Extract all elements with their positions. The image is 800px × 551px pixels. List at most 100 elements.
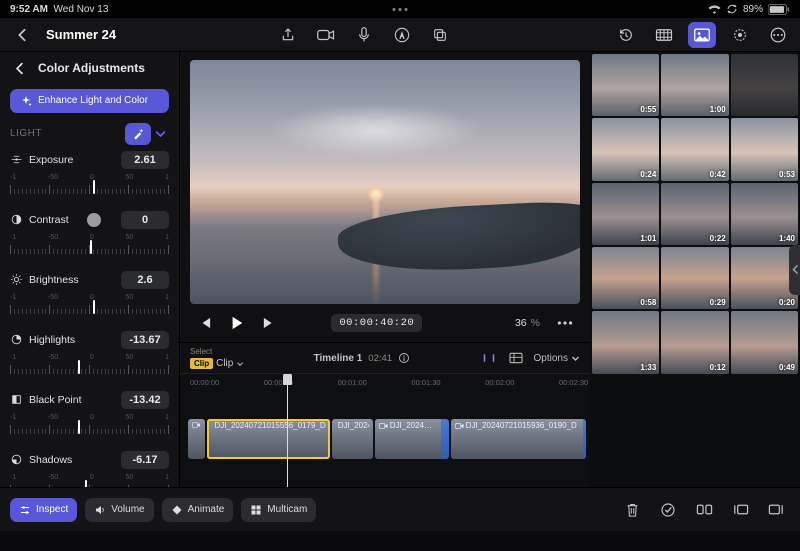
enable-button[interactable]	[654, 497, 682, 523]
timeline-clip[interactable]: DJI_2024…	[375, 419, 449, 459]
param-name: Contrast	[29, 214, 69, 226]
status-bar: 9:52 AM Wed Nov 13 89%	[0, 0, 800, 18]
multicam-button[interactable]: Multicam	[241, 498, 316, 522]
trash-button[interactable]	[618, 497, 646, 523]
param-value[interactable]: 2.61	[121, 151, 169, 169]
timecode-display[interactable]: 00:00:40:20	[331, 314, 422, 332]
volume-button[interactable]: Volume	[85, 498, 153, 522]
param-value[interactable]: -6.17	[121, 451, 169, 469]
param-shadows: Shadows -6.17 -1-500501	[10, 451, 169, 487]
filmstrip-button[interactable]	[650, 22, 678, 48]
video-icon	[192, 421, 200, 429]
param-slider[interactable]: -1-500501	[10, 475, 169, 487]
inspect-button[interactable]: Inspect	[10, 498, 77, 522]
status-left: 9:52 AM Wed Nov 13	[10, 4, 108, 15]
browser-clip[interactable]: 1:33	[592, 311, 659, 373]
index-button[interactable]	[508, 351, 524, 365]
snap-button[interactable]	[480, 351, 498, 365]
inspector-sidebar: Color Adjustments Enhance Light and Colo…	[0, 52, 180, 487]
multitask-dots[interactable]	[393, 8, 408, 11]
browser-clip[interactable]: 0:42	[661, 118, 728, 180]
battery-icon	[768, 4, 790, 15]
timeline-clip[interactable]	[188, 419, 204, 459]
clip-duration: 0:24	[640, 170, 656, 179]
exposure-icon	[10, 153, 23, 166]
timeline[interactable]: 00:00:0000:00:3000:01:0000:01:3000:02:00…	[180, 373, 590, 487]
browser-clip[interactable]: 0:29	[661, 247, 728, 309]
next-frame-button[interactable]	[258, 312, 280, 334]
selected-clip-name[interactable]: ClipClip	[190, 358, 244, 369]
sync-icon	[726, 3, 738, 15]
browser-clip[interactable]: 0:20	[731, 247, 798, 309]
param-slider[interactable]: -1-500501	[10, 295, 169, 317]
auto-adjust-button[interactable]	[125, 123, 151, 145]
brightness-icon	[10, 273, 23, 286]
more-menu-button[interactable]	[764, 22, 792, 48]
share-button[interactable]	[274, 22, 302, 48]
param-value[interactable]: -13.67	[121, 331, 169, 349]
trim-end-button[interactable]	[762, 497, 790, 523]
timeline-clip[interactable]: DJI_20240721015936_0190_D	[451, 419, 586, 459]
play-button[interactable]	[226, 312, 248, 334]
enhance-button[interactable]: Enhance Light and Color	[10, 89, 169, 113]
prev-frame-button[interactable]	[194, 312, 216, 334]
browser-clip[interactable]: 1:00	[661, 54, 728, 116]
clip-duration: 0:58	[640, 298, 656, 307]
zoom-display[interactable]: 36%	[515, 317, 540, 329]
browser-clip[interactable]: 0:55	[592, 54, 659, 116]
browser-collapse-handle[interactable]	[789, 245, 800, 295]
param-reset-knob[interactable]	[87, 213, 101, 227]
browser-clip[interactable]: 0:53	[731, 118, 798, 180]
trim-start-button[interactable]	[726, 497, 754, 523]
browser-clip[interactable]: 1:40	[731, 183, 798, 245]
timeline-clip[interactable]: DJI_20240721015556_0179_D	[207, 419, 330, 459]
param-value[interactable]: 2.6	[121, 271, 169, 289]
time-mark: 00:00:00	[190, 378, 219, 387]
playhead[interactable]	[287, 374, 288, 487]
section-expand-button[interactable]	[151, 123, 169, 145]
browser-clip[interactable]: 0:24	[592, 118, 659, 180]
timeline-name: Timeline 1	[314, 353, 363, 364]
blackpoint-icon	[10, 393, 23, 406]
video-icon	[379, 422, 388, 430]
shadows-icon	[10, 453, 23, 466]
timeline-clip[interactable]: DJI_2024…	[332, 419, 373, 459]
param-slider[interactable]: -1-500501	[10, 415, 169, 437]
contrast-icon	[10, 213, 23, 226]
voiceover-button[interactable]	[350, 22, 378, 48]
param-value[interactable]: 0	[121, 211, 169, 229]
param-slider[interactable]: -1-500501	[10, 235, 169, 257]
param-slider[interactable]: -1-500501	[10, 355, 169, 377]
inspector-title: Color Adjustments	[38, 61, 145, 75]
battery-pct: 89%	[743, 4, 763, 15]
browser-clip[interactable]	[731, 54, 798, 116]
time-mark: 00:01:00	[338, 378, 367, 387]
inspector-back-button[interactable]	[10, 55, 28, 81]
volume-icon	[94, 504, 106, 516]
split-button[interactable]	[690, 497, 718, 523]
param-slider[interactable]: -1-500501	[10, 175, 169, 197]
viewer-options-button[interactable]	[554, 312, 576, 334]
history-button[interactable]	[612, 22, 640, 48]
effects-button[interactable]	[726, 22, 754, 48]
browser-view-button[interactable]	[688, 22, 716, 48]
browser-clip[interactable]: 0:58	[592, 247, 659, 309]
back-button[interactable]	[8, 22, 36, 48]
section-light-label: LIGHT	[10, 128, 42, 139]
grid-icon	[250, 504, 262, 516]
text-tool-button[interactable]	[388, 22, 416, 48]
preview-viewer[interactable]	[190, 60, 580, 304]
options-button[interactable]: Options	[534, 353, 580, 364]
browser-clip[interactable]: 0:22	[661, 183, 728, 245]
param-value[interactable]: -13.42	[121, 391, 169, 409]
param-name: Shadows	[29, 454, 72, 466]
clip-duration: 0:12	[710, 363, 726, 372]
browser-clip[interactable]: 0:49	[731, 311, 798, 373]
info-icon[interactable]	[398, 352, 410, 364]
param-contrast: Contrast 0 -1-500501	[10, 211, 169, 257]
duplicate-button[interactable]	[426, 22, 454, 48]
browser-clip[interactable]: 1:01	[592, 183, 659, 245]
record-camera-button[interactable]	[312, 22, 340, 48]
animate-button[interactable]: Animate	[162, 498, 234, 522]
browser-clip[interactable]: 0:12	[661, 311, 728, 373]
